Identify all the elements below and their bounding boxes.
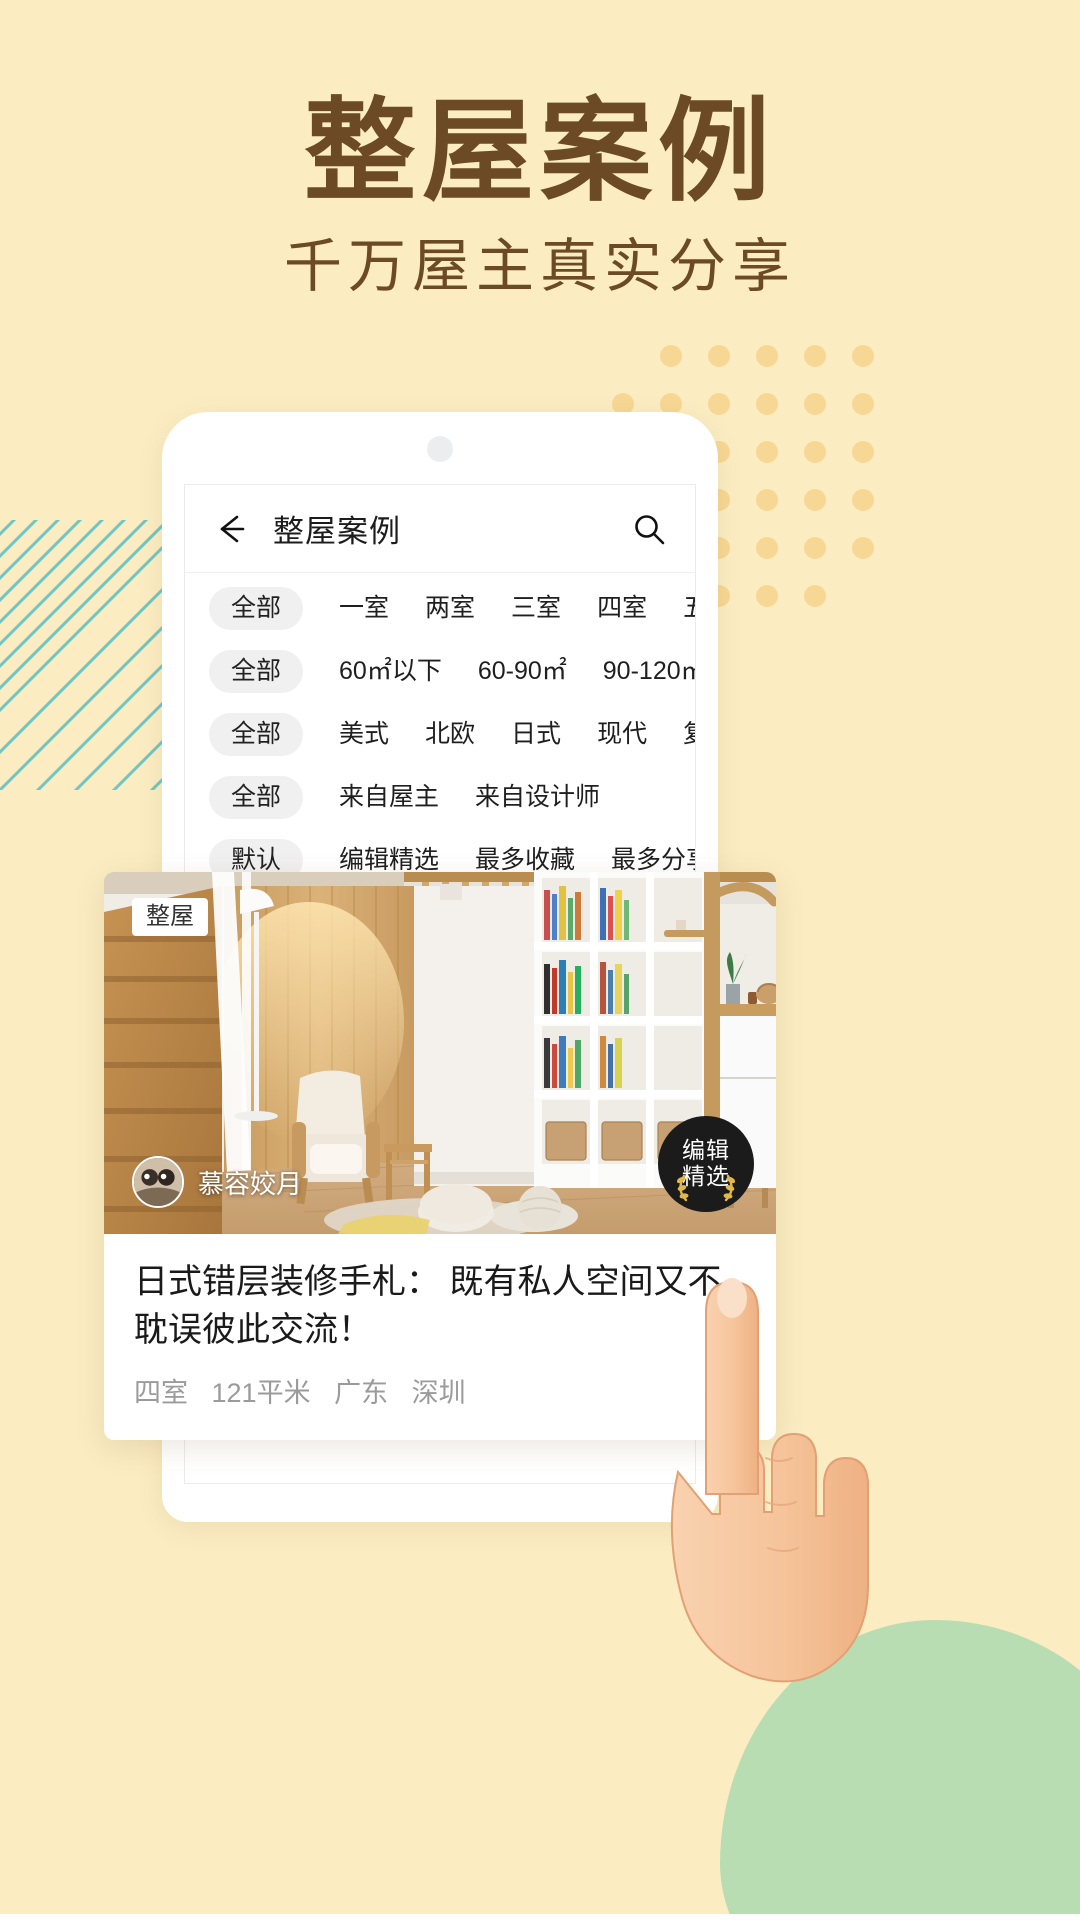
decorative-dot <box>804 585 826 607</box>
filter-option[interactable]: 北欧 <box>425 722 475 747</box>
hand-pointer-illustration <box>660 1262 870 1692</box>
decorative-dot <box>852 441 874 463</box>
filter-option[interactable]: 来自屋主 <box>339 785 439 810</box>
meta-province: 广东 <box>334 1377 389 1408</box>
decorative-dot <box>756 345 778 367</box>
app-bar-title: 整屋案例 <box>273 514 401 549</box>
filter-row-3: 全部 美式 北欧 日式 现代 复古 <box>185 703 695 766</box>
filter-option[interactable]: 现代 <box>597 722 647 747</box>
app-bar: 整屋案例 <box>185 485 695 573</box>
case-photo: 整屋 慕容姣月 编辑 精选 <box>104 872 776 1234</box>
decorative-dot <box>852 345 874 367</box>
decorative-dot <box>756 537 778 559</box>
decorative-dot <box>804 345 826 367</box>
filter-option[interactable]: 60㎡以下 <box>339 659 442 684</box>
filter-chip-selected[interactable]: 全部 <box>209 650 304 693</box>
filter-option[interactable]: 五室 <box>683 596 695 621</box>
decorative-dot <box>756 585 778 607</box>
filter-row-1: 全部 一室 两室 三室 四室 五室 <box>185 577 695 640</box>
meta-city: 深圳 <box>411 1377 466 1408</box>
filter-chip-selected[interactable]: 全部 <box>209 776 304 819</box>
decorative-dot <box>756 489 778 511</box>
filter-row-2: 全部60㎡以下60-90㎡90-120㎡120-1 <box>185 640 695 703</box>
filter-option[interactable]: 90-120㎡ <box>603 659 695 684</box>
filter-chip-selected[interactable]: 全部 <box>209 587 304 630</box>
filter-option[interactable]: 60-90㎡ <box>478 659 567 684</box>
avatar <box>132 1156 184 1208</box>
laurel-icon <box>676 1174 736 1202</box>
decorative-dot <box>708 345 730 367</box>
decorative-dot <box>804 393 826 415</box>
author-name: 慕容姣月 <box>198 1168 303 1199</box>
filter-row-4: 全部 来自屋主 来自设计师 <box>185 766 695 829</box>
decorative-dot <box>660 345 682 367</box>
case-meta: 四室 121平米 广东 深圳 <box>134 1371 746 1410</box>
phone-camera-dot <box>427 436 453 462</box>
decorative-dot <box>804 537 826 559</box>
meta-rooms: 四室 <box>134 1377 188 1408</box>
filter-option[interactable]: 三室 <box>511 596 561 621</box>
editor-pick-badge: 编辑 精选 <box>658 1116 754 1212</box>
decorative-dot <box>852 537 874 559</box>
filter-option[interactable]: 复古 <box>683 722 695 747</box>
decorative-dot <box>804 489 826 511</box>
filter-option[interactable]: 日式 <box>511 722 561 747</box>
poster-headline-block: 整屋案例 千万屋主真实分享 <box>0 89 1080 299</box>
filter-chip-selected[interactable]: 全部 <box>209 713 304 756</box>
filter-option[interactable]: 最多收藏 <box>475 848 575 873</box>
filter-group: 全部一室两室三室四室五室全部60㎡以下60-90㎡90-120㎡120-1全部美… <box>185 573 695 892</box>
page-title: 整屋案例 <box>304 89 776 214</box>
bottom-edge <box>0 1914 1080 1920</box>
decorative-dot <box>804 441 826 463</box>
category-tag: 整屋 <box>132 898 208 936</box>
filter-option[interactable]: 四室 <box>597 596 647 621</box>
filter-option[interactable]: 美式 <box>339 722 389 747</box>
decorative-dot <box>852 393 874 415</box>
filter-option[interactable]: 两室 <box>425 596 475 621</box>
decorative-dot <box>852 489 874 511</box>
search-icon[interactable] <box>629 509 669 549</box>
filter-option[interactable]: 一室 <box>339 596 389 621</box>
filter-option[interactable]: 最多分享 <box>611 848 695 873</box>
decorative-dot <box>756 441 778 463</box>
decorative-dot <box>756 393 778 415</box>
decorative-dot <box>708 393 730 415</box>
filter-option[interactable]: 来自设计师 <box>475 785 600 810</box>
filter-option[interactable]: 编辑精选 <box>339 848 439 873</box>
page-subtitle: 千万屋主真实分享 <box>283 233 796 299</box>
meta-area: 121平米 <box>211 1377 311 1408</box>
arrow-left-icon[interactable] <box>211 509 251 549</box>
author-block[interactable]: 慕容姣月 <box>132 1156 302 1208</box>
case-title[interactable]: 日式错层装修手札： 既有私人空间又不耽误彼此交流！ <box>134 1258 746 1355</box>
